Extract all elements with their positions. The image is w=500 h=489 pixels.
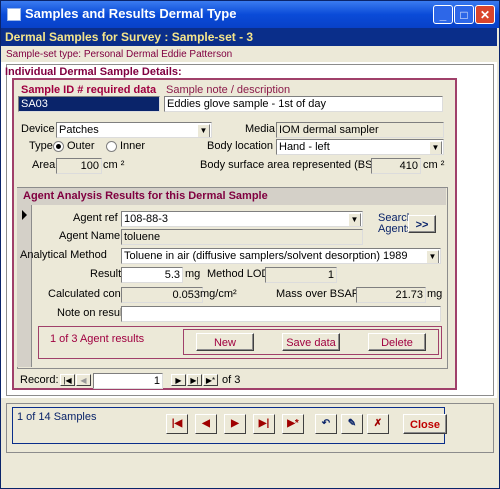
record-number-field[interactable]: 1: [93, 373, 163, 389]
device-label: Device: [21, 123, 55, 135]
agent-ref-value: 108-88-3: [124, 213, 169, 225]
prev-record-icon[interactable]: ◀: [76, 374, 91, 386]
mass-bsar-unit: mg: [427, 288, 443, 300]
new-agent-button[interactable]: New: [196, 333, 254, 351]
window-title: Samples and Results Dermal Type: [25, 6, 237, 21]
minimize-button[interactable]: _: [433, 5, 453, 24]
agent-section-title: Agent Analysis Results for this Dermal S…: [17, 188, 446, 205]
calc-conc-field: 0.053: [121, 287, 203, 303]
chevron-down-icon[interactable]: ▼: [429, 141, 442, 154]
title-bar: Samples and Results Dermal Type _ □ ✕: [1, 1, 499, 28]
body-location-value: Hand - left: [279, 141, 330, 153]
record-label: Record:: [20, 374, 59, 386]
method-label: Analytical Method: [20, 249, 107, 261]
chevron-down-icon[interactable]: ▼: [197, 124, 210, 137]
undo-icon[interactable]: ↶: [315, 414, 337, 434]
type-inner-radio[interactable]: [106, 141, 117, 152]
area-field: 100: [56, 158, 102, 174]
section-title: Individual Dermal Sample Details:: [5, 66, 182, 78]
method-lod-field: 1: [265, 267, 337, 283]
mass-bsar-label: Mass over BSAR: [276, 288, 360, 300]
type-outer-label: Outer: [67, 140, 95, 152]
area-label: Area: [32, 159, 56, 171]
next-record-icon[interactable]: ▶: [171, 374, 186, 386]
current-record-icon: [22, 210, 27, 220]
method-select[interactable]: Toluene in air (diffusive samplers/solve…: [121, 248, 441, 264]
search-agents-button[interactable]: >>: [408, 215, 436, 233]
agent-ref-select[interactable]: 108-88-3 ▼: [121, 211, 363, 227]
delete-agent-button[interactable]: Delete: [368, 333, 426, 351]
prev-sample-icon[interactable]: ◀: [195, 414, 217, 434]
close-button[interactable]: Close: [403, 414, 447, 434]
sample-count-text: 1 of 14 Samples: [17, 411, 97, 423]
type-label: Type: [29, 140, 53, 152]
last-sample-icon[interactable]: ▶|: [253, 414, 275, 434]
first-record-icon[interactable]: |◀: [60, 374, 75, 386]
result-label: Result: [90, 268, 122, 280]
survey-header: Dermal Samples for Survey : Sample-set -…: [1, 28, 497, 46]
result-field[interactable]: 5.3: [121, 267, 183, 283]
next-sample-icon[interactable]: ▶: [224, 414, 246, 434]
body-location-select[interactable]: Hand - left ▼: [276, 139, 444, 155]
bsar-field: 410: [371, 158, 421, 174]
sample-id-field[interactable]: SA03: [18, 96, 160, 112]
sample-id-label: Sample ID # required data: [21, 84, 157, 96]
save-data-button[interactable]: Save data: [282, 333, 340, 351]
chevron-down-icon[interactable]: ▼: [348, 213, 361, 226]
first-sample-icon[interactable]: |◀: [166, 414, 188, 434]
chevron-down-icon[interactable]: ▼: [426, 250, 439, 263]
method-lod-label: Method LOD: [207, 268, 270, 280]
media-field: IOM dermal sampler: [276, 122, 444, 138]
media-label: Media: [245, 123, 275, 135]
method-value: Toluene in air (diffusive samplers/solve…: [124, 250, 408, 262]
type-inner-label: Inner: [120, 140, 146, 152]
note-result-label: Note on result: [57, 307, 126, 319]
sample-note-label: Sample note / description: [166, 84, 291, 96]
mass-bsar-field: 21.73: [356, 287, 426, 303]
bsar-label: Body surface area represented (BSAR): [200, 159, 392, 171]
bsar-unit: cm ²: [423, 159, 445, 171]
search-agents-label: Search Agents: [378, 212, 413, 235]
device-value: Patches: [59, 124, 99, 136]
calc-conc-label: Calculated conc: [48, 288, 127, 300]
note-result-field[interactable]: [121, 306, 441, 322]
calc-conc-unit: mg/cm²: [200, 288, 237, 300]
result-unit: mg: [185, 268, 201, 280]
delete-record-icon[interactable]: ✗: [367, 414, 389, 434]
area-unit: cm ²: [103, 159, 125, 171]
form-icon: [7, 8, 21, 21]
maximize-button[interactable]: □: [454, 5, 474, 24]
device-select[interactable]: Patches ▼: [56, 122, 212, 138]
window-close-button[interactable]: ✕: [475, 5, 495, 24]
body-location-label: Body location: [207, 140, 274, 152]
sample-set-type: Sample-set type: Personal Dermal Eddie P…: [6, 49, 233, 60]
agent-ref-label: Agent ref: [73, 212, 118, 224]
agent-name-label: Agent Name: [59, 230, 121, 242]
new-record-icon[interactable]: ▶*: [203, 374, 218, 386]
save-record-icon[interactable]: ✎: [341, 414, 363, 434]
record-total: of 3: [222, 374, 241, 386]
sample-note-field[interactable]: Eddies glove sample - 1st of day: [164, 96, 443, 112]
new-sample-icon[interactable]: ▶*: [282, 414, 304, 434]
agent-name-field: toluene: [121, 229, 363, 245]
agent-count-text: 1 of 3 Agent results: [50, 333, 145, 345]
last-record-icon[interactable]: ▶|: [187, 374, 202, 386]
type-outer-radio[interactable]: [53, 141, 64, 152]
record-selector[interactable]: [17, 205, 32, 367]
